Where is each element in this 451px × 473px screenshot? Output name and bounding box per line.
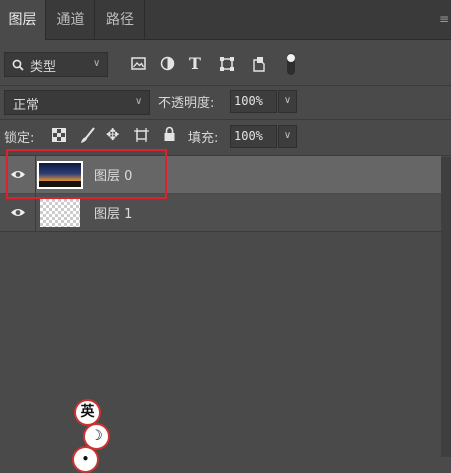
tab-paths[interactable]: 路径 bbox=[96, 0, 145, 40]
layer-thumbnail bbox=[40, 199, 80, 227]
divider bbox=[0, 85, 451, 86]
opacity-input[interactable]: 100% bbox=[230, 90, 277, 113]
blend-mode-dropdown[interactable]: 正常 ∨ bbox=[4, 90, 150, 115]
blend-mode-value: 正常 bbox=[13, 98, 40, 113]
type-filter-icon[interactable]: T bbox=[189, 54, 201, 73]
divider bbox=[0, 119, 451, 120]
lock-artboard-icon[interactable] bbox=[133, 127, 150, 143]
ime-language-badge[interactable]: 英 bbox=[74, 399, 101, 426]
lock-all-icon[interactable] bbox=[163, 126, 176, 142]
layer-kind-filter[interactable]: 类型 ∨ bbox=[4, 52, 108, 77]
lock-label: 锁定: bbox=[4, 131, 35, 146]
fill-input[interactable]: 100% bbox=[230, 125, 277, 148]
lock-image-icon[interactable] bbox=[80, 126, 96, 144]
layers-scrollbar[interactable] bbox=[441, 157, 451, 457]
image-filter-icon[interactable] bbox=[131, 57, 146, 70]
ime-punctuation-badge[interactable]: • bbox=[72, 446, 99, 473]
lock-position-icon[interactable]: ✥ bbox=[106, 125, 119, 144]
tab-channels[interactable]: 通道 bbox=[47, 0, 95, 40]
menu-lines-icon[interactable]: ≡ bbox=[439, 12, 449, 26]
layer-name: 图层 1 bbox=[94, 207, 133, 222]
shape-filter-icon[interactable] bbox=[219, 56, 235, 72]
highlight-box bbox=[6, 149, 167, 199]
eye-icon bbox=[11, 209, 25, 216]
divider bbox=[0, 231, 441, 232]
fill-label: 填充: bbox=[188, 131, 219, 146]
fill-slider-toggle[interactable]: ∨ bbox=[278, 125, 297, 148]
chevron-down-icon: ∨ bbox=[135, 96, 143, 107]
filter-toggle-icon[interactable] bbox=[286, 52, 296, 76]
search-icon bbox=[12, 59, 24, 71]
adjustment-filter-icon[interactable] bbox=[160, 56, 175, 71]
layer-row[interactable]: 图层 1 bbox=[0, 194, 441, 231]
chevron-down-icon: ∨ bbox=[93, 58, 101, 69]
tab-layers[interactable]: 图层 bbox=[0, 0, 46, 40]
opacity-label: 不透明度: bbox=[158, 96, 215, 111]
opacity-slider-toggle[interactable]: ∨ bbox=[278, 90, 297, 113]
kind-filter-label: 类型 bbox=[30, 60, 57, 75]
lock-transparent-icon[interactable] bbox=[52, 128, 66, 142]
visibility-toggle[interactable] bbox=[0, 194, 36, 231]
panel-tab-bar: 图层 通道 路径 ≡ bbox=[0, 0, 451, 40]
smart-object-filter-icon[interactable] bbox=[252, 56, 266, 72]
